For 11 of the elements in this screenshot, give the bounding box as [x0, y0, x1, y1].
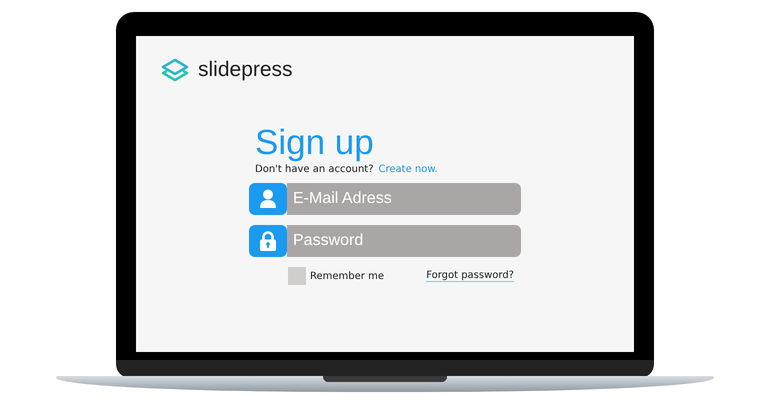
email-field[interactable]: E-Mail Adress — [287, 183, 521, 215]
remember-checkbox[interactable] — [288, 267, 306, 285]
user-icon — [260, 189, 276, 209]
account-prompt: Don't have an account? — [255, 164, 374, 175]
logo-text: slidepress — [198, 58, 293, 82]
remember-label: Remember me — [310, 270, 384, 282]
forgot-password-link[interactable]: Forgot password? — [426, 270, 514, 282]
page-title: Sign up — [255, 124, 375, 162]
lock-icon — [260, 231, 276, 251]
password-field[interactable]: Password — [287, 225, 521, 257]
logo-icon — [160, 58, 190, 82]
